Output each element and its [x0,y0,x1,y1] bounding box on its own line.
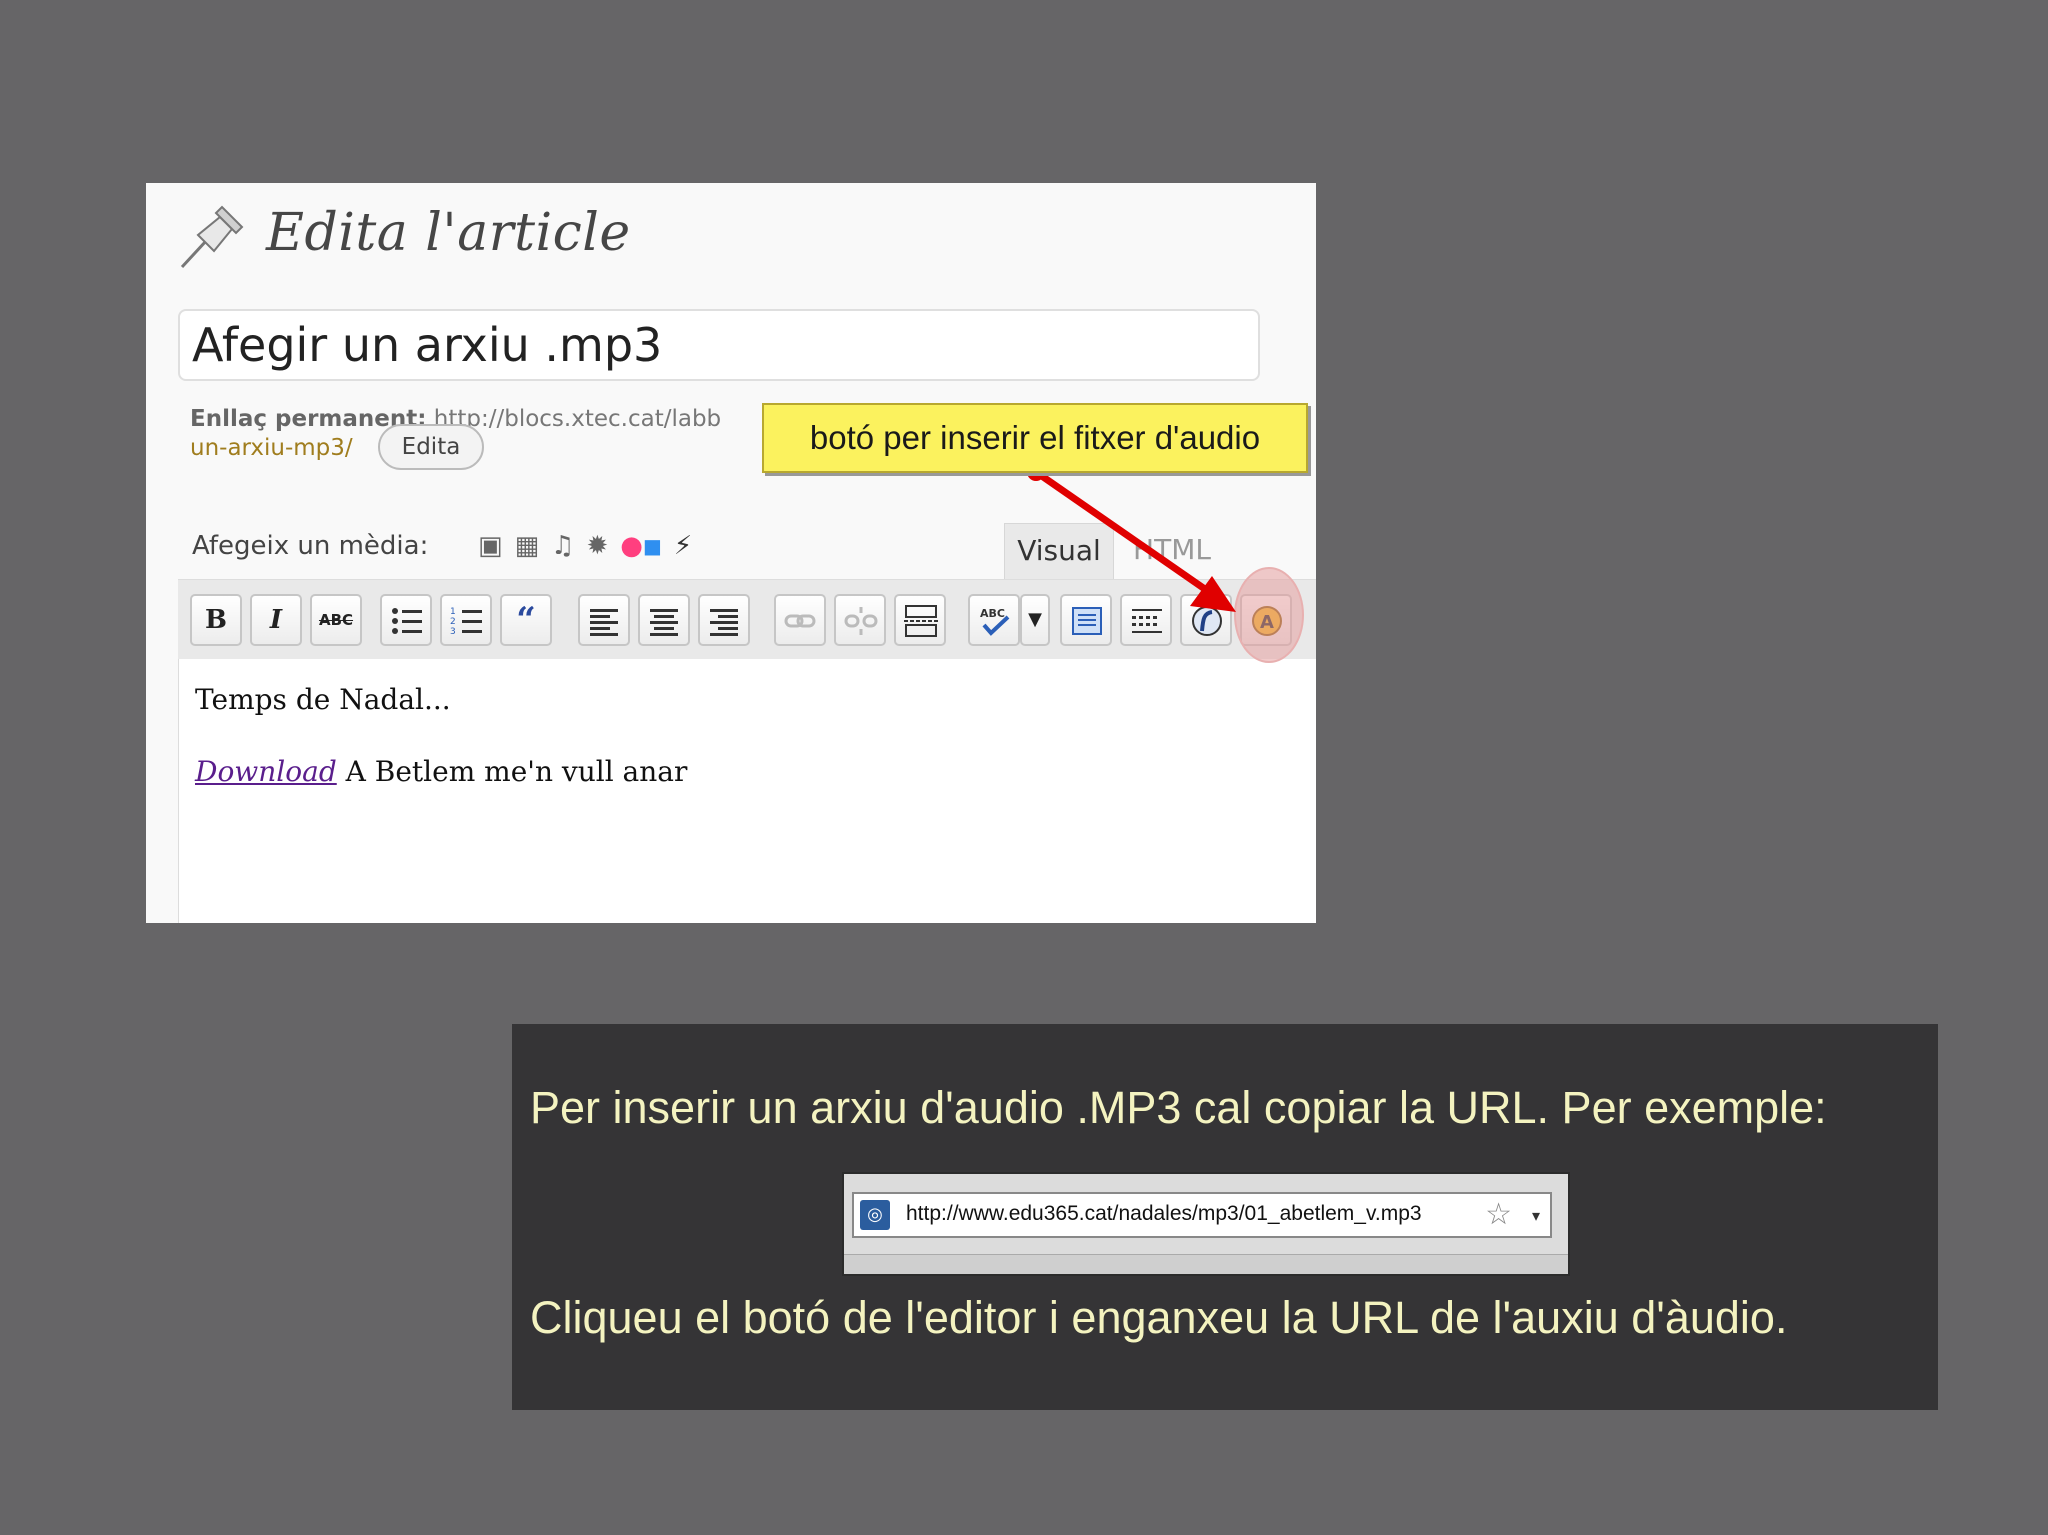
instructions-box: Per inserir un arxiu d'audio .MP3 cal co… [512,1024,1938,1410]
browser-address-bar: ◎ http://www.edu365.cat/nadales/mp3/01_a… [842,1172,1570,1276]
favorites-bar [844,1254,1568,1274]
callout-label: botó per inserir el fitxer d'audio [762,403,1308,473]
arrow-shaft [1034,469,1214,597]
ie-page-icon: ◎ [860,1200,890,1230]
instruction-text-2: Cliqueu el botó de l'editor i enganxeu l… [530,1292,1788,1343]
instruction-text-1: Per inserir un arxiu d'audio .MP3 cal co… [530,1082,1827,1133]
address-field[interactable]: ◎ http://www.edu365.cat/nadales/mp3/01_a… [852,1192,1552,1238]
address-dropdown-icon[interactable]: ▾ [1532,1202,1540,1230]
favorite-star-icon[interactable]: ☆ [1485,1198,1512,1232]
address-url: http://www.edu365.cat/nadales/mp3/01_abe… [906,1202,1422,1225]
